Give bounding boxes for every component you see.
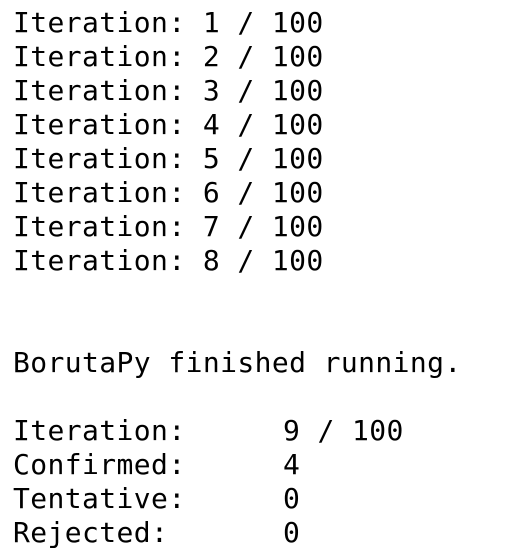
console-output: Iteration: 1 / 100 Iteration: 2 / 100 It…: [13, 6, 462, 550]
summary-row-confirmed: Confirmed: 4: [13, 448, 462, 482]
progress-line: Iteration: 2 / 100: [13, 40, 324, 73]
progress-line: Iteration: 3 / 100: [13, 74, 324, 107]
summary-value: 0: [283, 516, 301, 549]
summary-value: 9 / 100: [283, 414, 404, 447]
progress-line: Iteration: 5 / 100: [13, 142, 324, 175]
summary-label: Confirmed:: [13, 448, 186, 481]
summary-value: 4: [283, 448, 301, 481]
summary-label: Tentative:: [13, 482, 186, 515]
progress-line: Iteration: 8 / 100: [13, 244, 324, 277]
finished-message: BorutaPy finished running.: [13, 346, 462, 379]
summary-row-iteration: Iteration: 9 / 100: [13, 414, 462, 448]
summary-label: Rejected:: [13, 516, 169, 549]
progress-line: Iteration: 7 / 100: [13, 210, 324, 243]
summary-row-tentative: Tentative: 0: [13, 482, 462, 516]
progress-line: Iteration: 1 / 100: [13, 6, 324, 39]
progress-line: Iteration: 4 / 100: [13, 108, 324, 141]
summary-row-rejected: Rejected: 0: [13, 516, 462, 550]
summary-label: Iteration:: [13, 414, 186, 447]
summary-value: 0: [283, 482, 301, 515]
progress-line: Iteration: 6 / 100: [13, 176, 324, 209]
